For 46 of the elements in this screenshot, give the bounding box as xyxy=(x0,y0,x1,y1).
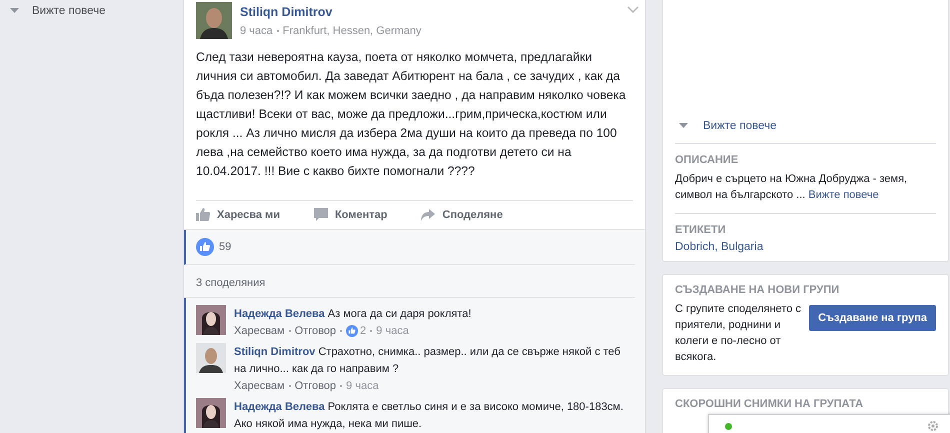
create-group-button[interactable]: Създаване на група xyxy=(809,305,936,331)
like-icon xyxy=(196,238,214,256)
comment-text: Надежда Велева Аз мога да си даря роклята! xyxy=(234,307,472,322)
like-link[interactable]: Харесвам xyxy=(234,380,285,392)
comment-time: 9 часа xyxy=(346,380,379,392)
thumb-icon xyxy=(196,208,210,221)
comment-button[interactable]: Коментар xyxy=(314,206,388,223)
chat-bar[interactable] xyxy=(708,414,950,433)
post-location[interactable]: Frankfurt, Hessen, Germany xyxy=(282,25,422,37)
comment-text: Stiliqn Dimitrov Страхотно, снимка.. размер.. или да се свърже някой с теб на лично... как да го направим ? xyxy=(234,345,622,377)
caret-icon xyxy=(10,8,19,13)
settings-icon[interactable] xyxy=(927,420,939,432)
share-button[interactable]: Споделяне xyxy=(421,206,503,223)
section-heading: ОПИСАНИЕ xyxy=(675,154,740,166)
see-more-link[interactable]: Вижте повече xyxy=(679,120,777,132)
avatar-icon xyxy=(196,398,226,428)
like-count[interactable]: 59 xyxy=(219,241,232,253)
see-more-link[interactable]: Вижте повече xyxy=(10,4,106,16)
see-more-link[interactable]: Вижте повече xyxy=(808,189,879,201)
section-heading: СЪЗДАВАНЕ НА НОВИ ГРУПИ xyxy=(675,284,840,296)
arrow-icon xyxy=(421,208,436,220)
like-link[interactable]: Харесвам xyxy=(234,325,285,337)
chevron-icon[interactable] xyxy=(627,6,639,13)
avatar-icon xyxy=(196,2,232,39)
caret-icon xyxy=(679,123,688,128)
comment-time: 9 часа xyxy=(376,325,409,337)
reply-link[interactable]: Отговор xyxy=(294,380,336,392)
author-link[interactable]: Stiliqn Dimitrov xyxy=(240,5,422,19)
description-text: Добрич е сърцето на Южна Добруджа - земя, символ на българското ... Вижте повече xyxy=(675,172,908,203)
tags-link[interactable]: Dobrich, Bulgaria xyxy=(675,241,936,253)
commenter-link[interactable]: Надежда Велева xyxy=(234,401,325,413)
create-group-text: С групите споделянето с приятели, роднини и колеги е по-лесно от всякога. xyxy=(675,302,802,365)
comment-text: Надежда Велева Роклята е светльо синя и е за високо момиче, 180-183см. Ако някой има нужда, нека ми пише. xyxy=(234,400,624,432)
avatar-icon xyxy=(196,343,226,373)
like-button[interactable]: Харесва ми xyxy=(196,206,280,223)
commenter-link[interactable]: Надежда Велева xyxy=(234,308,325,320)
section-heading: ЕТИКЕТИ xyxy=(675,224,727,236)
like-icon xyxy=(346,325,358,337)
section-heading: СКОРОШНИ СНИМКИ НА ГРУПАТА xyxy=(675,398,864,410)
post-time[interactable]: 9 часа xyxy=(240,25,273,37)
avatar-icon xyxy=(196,305,226,335)
speech-bubble-icon xyxy=(314,208,328,221)
commenter-link[interactable]: Stiliqn Dimitrov xyxy=(234,346,316,358)
reply-link[interactable]: Отговор xyxy=(294,325,336,337)
shares-link[interactable]: 3 споделяния xyxy=(196,277,266,289)
post-text: След тази невероятна кауза, поета от няколко момчета, предлагайки личния си автомобил. Да заведат Абитюрент на бала , се зачудих , как да бъда полезен?!? И как можем всички заедно , да направим няколко човека щастливи! Всеки от вас, може да предложи...грим,прическа,костюм или рокля ... Аз лично мисля да избера 2ма души на които да преведа по 100 лева ,на семейство което има нужда, за да подготви детето си на 10.04.2017. !!! Вие с какво бихте помогнали ???? xyxy=(196,49,627,180)
